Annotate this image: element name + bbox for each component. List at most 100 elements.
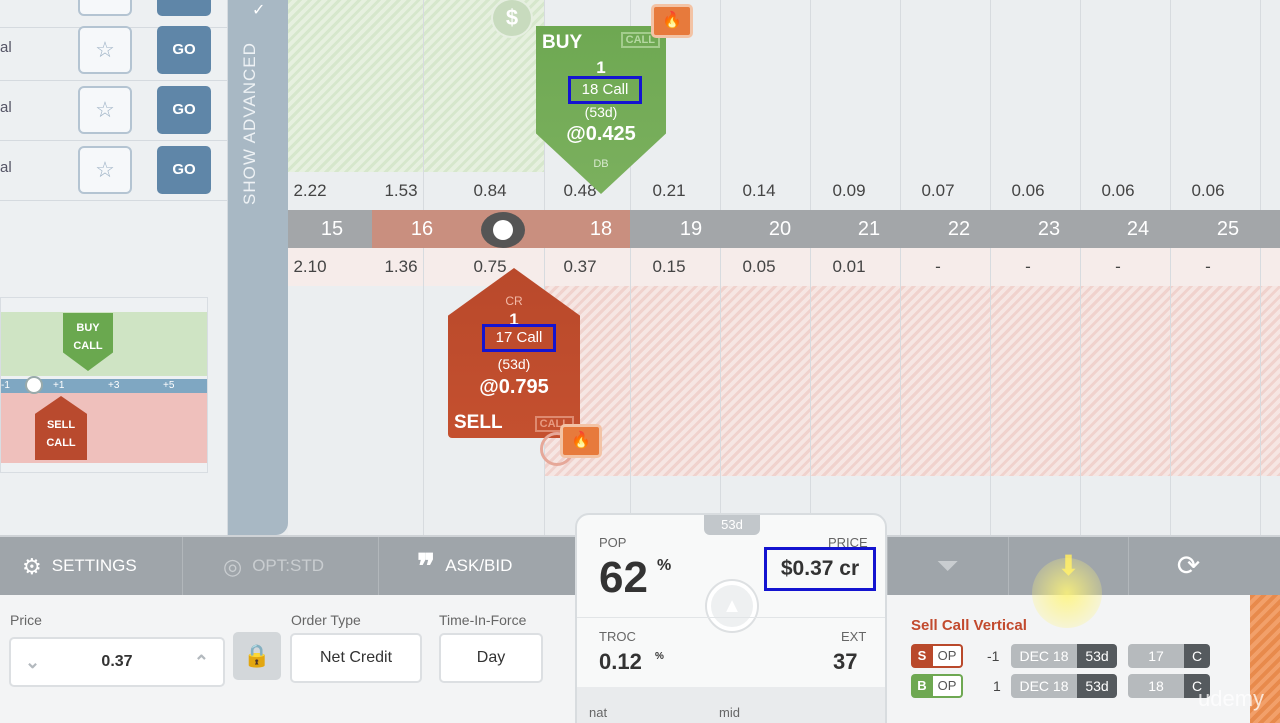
favorite-star-button[interactable]: ☆ [78, 146, 132, 194]
pop-value: 62 [599, 553, 648, 602]
lock-price-button[interactable]: 🔒 [233, 632, 281, 680]
pin-action: SELL [454, 412, 503, 433]
watchlist-row-label: al [0, 159, 12, 176]
watchlist-row[interactable]: al ☆ GO [0, 141, 228, 201]
leg-op-toggle[interactable]: OP [933, 674, 963, 698]
go-button[interactable]: GO [157, 86, 211, 134]
options-chain-chart: 2.22 1.53 0.84 0.48 0.21 0.14 0.09 0.07 … [288, 0, 1280, 535]
ticket-price: $0.37 cr [764, 547, 876, 591]
strategy-title: Sell Call Vertical [911, 617, 1027, 634]
strike-cell[interactable]: 18 [571, 210, 631, 248]
strike-ladder[interactable]: 15 16 17 18 19 20 21 22 23 24 25 [288, 210, 1280, 248]
call-price: 2.22 [293, 181, 327, 200]
put-price: - [1025, 257, 1031, 276]
order-type-label: Order Type [291, 612, 361, 628]
show-advanced-toggle[interactable]: ✓ SHOW ADVANCED [228, 0, 288, 535]
mini-loss-zone [1, 393, 207, 463]
chevron-icon: ✓ [252, 2, 266, 19]
leg-expiration[interactable]: DEC 18 [1011, 644, 1077, 668]
watchlist-panel: ☆ GO al ☆ GO al ☆ GO al ☆ GO -1 +1 +3 +5… [0, 0, 228, 535]
call-price: 0.21 [652, 181, 686, 200]
pin-quantity: 1 [596, 58, 606, 77]
ask-bid-button[interactable]: ❞ ASK/BID [379, 537, 579, 595]
put-price: 1.36 [384, 257, 418, 276]
strike-cell[interactable]: 25 [1198, 210, 1258, 248]
pin-days: (53d) [497, 356, 531, 372]
chevron-up-icon[interactable]: ⌃ [194, 639, 209, 685]
settings-label: SETTINGS [51, 556, 137, 575]
favorite-star-button[interactable]: ☆ [78, 26, 132, 74]
watchlist-row[interactable]: al ☆ GO [0, 81, 228, 141]
strike-cell[interactable]: 23 [1019, 210, 1079, 248]
flame-icon[interactable]: 🔥 [651, 4, 693, 38]
opt-std-button[interactable]: ◎ OPT:STD [183, 537, 379, 595]
leg-strike[interactable]: 18 [1128, 674, 1184, 698]
pop-label: POP [599, 535, 627, 550]
price-slider-track[interactable]: nat mid [577, 687, 885, 723]
chevron-down-icon[interactable]: ⌄ [25, 639, 40, 685]
put-price: - [1115, 257, 1121, 276]
strike-cell[interactable]: 22 [929, 210, 989, 248]
nat-label: nat [589, 705, 608, 720]
favorite-star-button[interactable]: ☆ [78, 0, 132, 16]
strike-cell[interactable]: 20 [750, 210, 810, 248]
ext-label: EXT [841, 629, 867, 644]
put-price: 0.37 [563, 257, 597, 276]
call-price: 0.14 [742, 181, 776, 200]
leg-expiration[interactable]: DEC 18 [1011, 674, 1077, 698]
strike-cell[interactable]: 15 [302, 210, 362, 248]
ext-value: 37 [833, 649, 858, 674]
go-button[interactable]: GO [157, 146, 211, 194]
troc-label: TROC [599, 629, 636, 644]
pin-days: (53d) [584, 104, 618, 120]
watchlist-row-label: al [0, 99, 12, 116]
leg-type: C [1184, 644, 1210, 668]
quote-icon: ❞ [417, 547, 436, 586]
pin-tag: DB [593, 158, 609, 170]
buy-call-pin[interactable]: BUY CALL 1 18 Call (53d) @0.425 DB [536, 26, 666, 194]
price-stepper[interactable]: ⌄ 0.37 ⌃ [9, 637, 225, 687]
call-price: 0.09 [832, 181, 866, 200]
leg-quantity: -1 [987, 648, 1000, 664]
tif-label: Time-In-Force [439, 612, 527, 628]
filter-icon[interactable]: ⏷ [887, 537, 1007, 595]
leg-side-badge: S [911, 644, 933, 668]
pin-price: @0.795 [479, 376, 549, 398]
settings-button[interactable]: ⚙ SETTINGS [0, 537, 183, 595]
lock-icon: 🔒 [243, 643, 271, 668]
leg-op-toggle[interactable]: OP [933, 644, 963, 668]
call-price: 0.07 [921, 181, 955, 200]
call-price: 1.53 [384, 181, 418, 200]
favorite-star-button[interactable]: ☆ [78, 86, 132, 134]
troc-value: 0.12 [599, 649, 642, 674]
underlying-price-handle[interactable] [481, 212, 525, 248]
watchlist-row[interactable]: al ☆ GO [0, 21, 228, 81]
call-price: 0.06 [1101, 181, 1135, 200]
leg-days: 53d [1077, 674, 1117, 698]
watchlist-row-label: al [0, 39, 12, 56]
leg-quantity: 1 [993, 678, 1001, 694]
leg-strike[interactable]: 17 [1128, 644, 1184, 668]
trade-ticket: 53d POP 62 % PRICE $0.37 cr ▲ TROC 0.12 … [575, 513, 887, 723]
strike-cell[interactable]: 21 [839, 210, 899, 248]
strike-cell[interactable]: 16 [392, 210, 452, 248]
strike-cell[interactable]: 24 [1108, 210, 1168, 248]
refresh-icon[interactable]: ⟳ [1128, 537, 1248, 595]
go-button[interactable]: GO [157, 26, 211, 74]
call-price: 0.06 [1191, 181, 1225, 200]
price-label: Price [10, 612, 42, 628]
target-icon: ◎ [223, 553, 243, 579]
pin-action: BUY [542, 32, 583, 53]
flame-icon[interactable]: 🔥 [560, 424, 602, 458]
strike-cell[interactable]: 19 [661, 210, 721, 248]
mini-axis-tick: -1 [1, 380, 10, 391]
put-price: 0.15 [652, 257, 686, 276]
price-value: 0.37 [101, 653, 133, 670]
expand-icon[interactable]: ▲ [707, 581, 757, 631]
go-button[interactable]: GO [157, 0, 211, 16]
pop-unit: % [657, 557, 672, 574]
order-type-select[interactable]: Net Credit [290, 633, 422, 683]
call-price-row: 2.22 1.53 0.84 0.48 0.21 0.14 0.09 0.07 … [288, 172, 1280, 210]
put-price: 0.05 [742, 257, 776, 276]
time-in-force-select[interactable]: Day [439, 633, 543, 683]
